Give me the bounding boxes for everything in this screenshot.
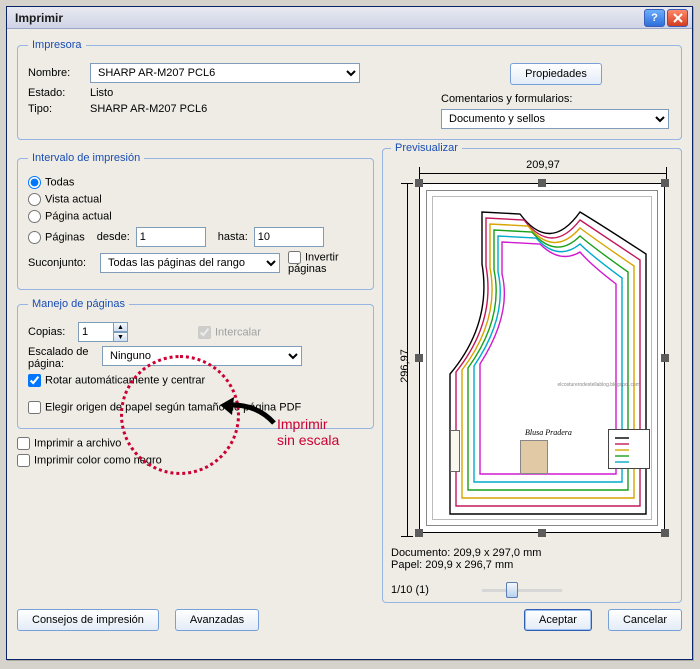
subset-select[interactable]: Todas las páginas del rango (100, 253, 280, 273)
properties-button[interactable]: Propiedades (510, 63, 602, 85)
preview-width: 209,97 (419, 159, 667, 171)
origin-checkbox[interactable] (28, 401, 41, 414)
handling-legend: Manejo de páginas (28, 298, 129, 310)
paper-size: Papel: 209,9 x 296,7 mm (391, 559, 673, 571)
preview-height: 296,97 (399, 336, 411, 396)
pattern-photo-icon (520, 440, 548, 474)
printer-legend: Impresora (28, 39, 86, 51)
range-pages[interactable]: Páginas (28, 231, 85, 244)
collate: Intercalar (198, 326, 261, 339)
zoom-slider[interactable] (482, 581, 562, 599)
pattern-svg-icon (420, 184, 666, 534)
scale-label: Escalado de página: (28, 346, 102, 370)
range-from-input[interactable] (136, 227, 206, 247)
copies-stepper[interactable]: ▲ ▼ (78, 322, 128, 342)
subset-label: Suconjunto: (28, 257, 100, 269)
printer-name-label: Nombre: (28, 67, 90, 79)
print-color-as-black[interactable]: Imprimir color como negro (17, 454, 162, 467)
collate-checkbox (198, 326, 211, 339)
to-file-checkbox[interactable] (17, 437, 30, 450)
copies-down-icon[interactable]: ▼ (113, 332, 128, 342)
range-to-label: hasta: (218, 231, 248, 243)
printer-name-select[interactable]: SHARP AR-M207 PCL6 (90, 63, 360, 83)
titlebar: Imprimir ? (7, 7, 692, 29)
preview-page: Blusa Pradera elcosturerodestellablog.bl… (419, 183, 665, 533)
comments-label: Comentarios y formularios: (441, 93, 671, 105)
print-tips-button[interactable]: Consejos de impresión (17, 609, 159, 631)
range-from-label: desde: (97, 231, 130, 243)
rotate-center[interactable]: Rotar automáticamente y centrar (28, 374, 205, 387)
cancel-button[interactable]: Cancelar (608, 609, 682, 631)
advanced-button[interactable]: Avanzadas (175, 609, 259, 631)
pattern-legend-icon (608, 429, 650, 469)
range-legend: Intervalo de impresión (28, 152, 144, 164)
range-group: Intervalo de impresión Todas Vista actua… (17, 152, 374, 290)
range-to-input[interactable] (254, 227, 324, 247)
window-title: Imprimir (15, 11, 642, 25)
printer-type-label: Tipo: (28, 103, 90, 115)
document-size: Documento: 209,9 x 297,0 mm (391, 547, 673, 559)
print-dialog: Imprimir ? Impresora Nombre: SHARP AR-M2… (6, 6, 693, 660)
preview-canvas: 209,97 296,97 (391, 161, 671, 541)
scale-select[interactable]: Ninguno (102, 346, 302, 366)
preview-group: Previsualizar 209,97 296,97 (382, 148, 682, 603)
pattern-tab-icon (450, 430, 460, 472)
range-current-page[interactable]: Página actual (28, 210, 112, 223)
range-pages-radio[interactable] (28, 231, 41, 244)
rotate-checkbox[interactable] (28, 374, 41, 387)
copies-up-icon[interactable]: ▲ (113, 322, 128, 332)
preview-legend: Previsualizar (391, 142, 462, 154)
pattern-title: Blusa Pradera (525, 428, 572, 437)
paper-origin[interactable]: Elegir origen de papel según tamaño de p… (28, 401, 301, 414)
comments-select[interactable]: Documento y sellos (441, 109, 669, 129)
printer-type-value: SHARP AR-M207 PCL6 (90, 103, 207, 115)
range-current-view[interactable]: Vista actual (28, 193, 102, 206)
close-button[interactable] (667, 9, 688, 27)
range-page-radio[interactable] (28, 210, 41, 223)
pattern-credit: elcosturerodestellablog.blogspot.com (557, 382, 640, 388)
button-bar: Consejos de impresión Avanzadas Aceptar … (17, 609, 682, 631)
printer-group: Impresora Nombre: SHARP AR-M207 PCL6 Est… (17, 39, 682, 140)
ok-button[interactable]: Aceptar (524, 609, 592, 631)
invert-pages[interactable]: Invertir páginas (288, 251, 348, 275)
print-to-file[interactable]: Imprimir a archivo (17, 437, 121, 450)
printer-status-value: Listo (90, 87, 113, 99)
copies-input[interactable] (78, 322, 114, 342)
range-all[interactable]: Todas (28, 176, 74, 189)
printer-status-label: Estado: (28, 87, 90, 99)
copies-label: Copias: (28, 326, 78, 338)
color-black-checkbox[interactable] (17, 454, 30, 467)
help-button[interactable]: ? (644, 9, 665, 27)
range-view-radio[interactable] (28, 193, 41, 206)
range-all-radio[interactable] (28, 176, 41, 189)
handling-group: Manejo de páginas Copias: ▲ ▼ Intercalar (17, 298, 374, 429)
page-counter: 1/10 (1) (391, 584, 429, 596)
